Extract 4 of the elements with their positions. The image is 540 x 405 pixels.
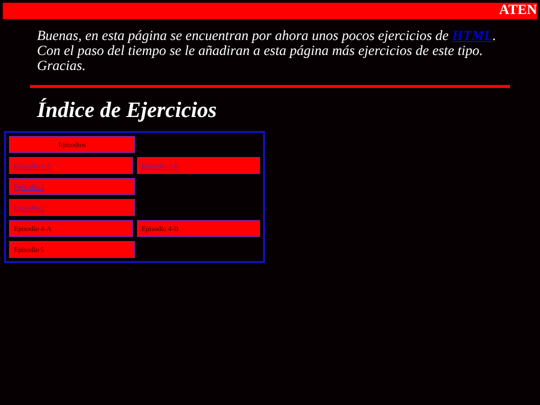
html-link[interactable]: HTML <box>452 29 493 44</box>
marquee-text: ATEN <box>499 3 537 19</box>
intro-paragraph: Buenas, en esta página se encuentran por ahora unos pocos ejercicios de HTML. Con el paso del tiempo se le añadiran a esta página más ejercicios de este tipo. Gracias. <box>37 29 498 74</box>
page-heading: Índice de Ejercicios <box>37 96 218 124</box>
